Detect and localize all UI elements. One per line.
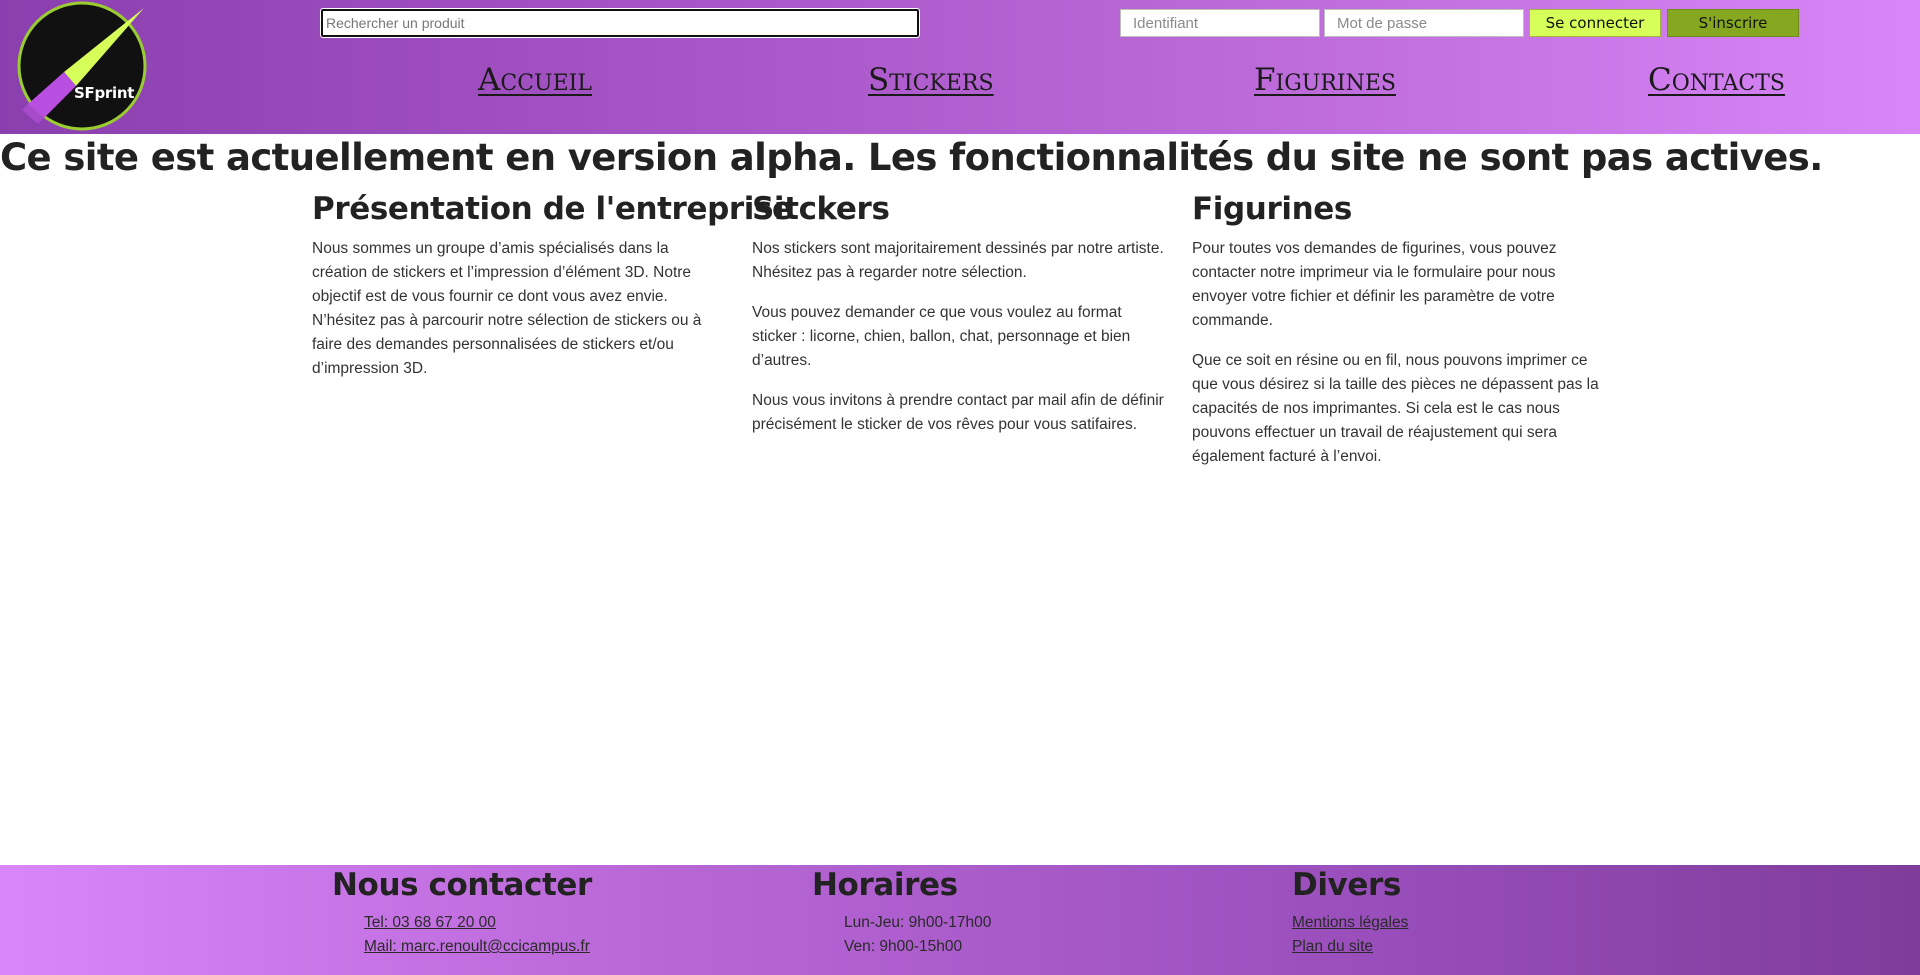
footer-hours: Horaires Lun-Jeu: 9h00-17h00 Ven: 9h00-1… bbox=[812, 865, 991, 959]
footer-title: Nous contacter bbox=[332, 867, 592, 903]
footer-title: Horaires bbox=[812, 867, 958, 903]
section-paragraph: Nous vous invitons à prendre contact par… bbox=[752, 392, 1164, 433]
sfprint-logo[interactable]: SFprint bbox=[14, 0, 154, 134]
alpha-notice: Ce site est actuellement en version alph… bbox=[0, 136, 1823, 179]
misc-list: Mentions légales Plan du site bbox=[1292, 911, 1408, 959]
footer-contact: Nous contacter Tel: 03 68 67 20 00 Mail:… bbox=[332, 865, 592, 959]
site-header: SFprint Se connecter S'inscrire Accueil … bbox=[0, 0, 1920, 134]
section-paragraph: Nous sommes un groupe d’amis spécialisés… bbox=[312, 240, 702, 377]
section-title: Sitckers bbox=[752, 191, 890, 227]
list-item: Plan du site bbox=[1292, 935, 1408, 959]
section-title: Figurines bbox=[1192, 191, 1352, 227]
footer-title: Divers bbox=[1292, 867, 1401, 903]
nav-link-contacts[interactable]: Contacts bbox=[1648, 62, 1785, 98]
section-paragraph: Pour toutes vos demandes de figurines, v… bbox=[1192, 240, 1557, 329]
contact-list: Tel: 03 68 67 20 00 Mail: marc.renoult@c… bbox=[332, 911, 592, 959]
phone-link[interactable]: Tel: 03 68 67 20 00 bbox=[364, 914, 496, 931]
password-field[interactable] bbox=[1324, 9, 1524, 37]
nav-link-accueil[interactable]: Accueil bbox=[478, 62, 592, 98]
footer-misc: Divers Mentions légales Plan du site bbox=[1292, 865, 1408, 959]
list-item: Tel: 03 68 67 20 00 bbox=[364, 911, 592, 935]
hours-line: Ven: 9h00-15h00 bbox=[844, 938, 963, 955]
list-item: Mentions légales bbox=[1292, 911, 1408, 935]
hours-list: Lun-Jeu: 9h00-17h00 Ven: 9h00-15h00 bbox=[812, 911, 991, 959]
search-input[interactable] bbox=[320, 8, 920, 38]
legal-notice-link[interactable]: Mentions légales bbox=[1292, 914, 1408, 931]
list-item: Mail: marc.renoult@ccicampus.fr bbox=[364, 935, 592, 959]
username-field[interactable] bbox=[1120, 9, 1320, 37]
signup-button[interactable]: S'inscrire bbox=[1667, 9, 1799, 37]
section-title: Présentation de l'entreprise bbox=[312, 191, 793, 227]
section-paragraph: Vous pouvez demander ce que vous voulez … bbox=[752, 304, 1131, 369]
section-paragraph: Nos stickers sont majoritairement dessin… bbox=[752, 240, 1164, 281]
nav-link-figurines[interactable]: Figurines bbox=[1254, 62, 1396, 98]
sitemap-link[interactable]: Plan du site bbox=[1292, 938, 1373, 955]
mail-link[interactable]: Mail: marc.renoult@ccicampus.fr bbox=[364, 938, 590, 955]
section-paragraph: Que ce soit en résine ou en fil, nous po… bbox=[1192, 352, 1599, 465]
nav-link-stickers[interactable]: Stickers bbox=[868, 62, 994, 98]
section-presentation: Présentation de l'entreprise Nous sommes… bbox=[312, 191, 793, 397]
site-footer: Nous contacter Tel: 03 68 67 20 00 Mail:… bbox=[0, 865, 1920, 975]
logo-text: SFprint bbox=[74, 84, 135, 102]
section-stickers: Sitckers Nos stickers sont majoritaireme… bbox=[752, 191, 1167, 453]
hours-line: Lun-Jeu: 9h00-17h00 bbox=[844, 914, 992, 931]
logo-graphic bbox=[17, 1, 147, 131]
section-figurines: Figurines Pour toutes vos demandes de fi… bbox=[1192, 191, 1607, 485]
login-button[interactable]: Se connecter bbox=[1529, 9, 1661, 37]
